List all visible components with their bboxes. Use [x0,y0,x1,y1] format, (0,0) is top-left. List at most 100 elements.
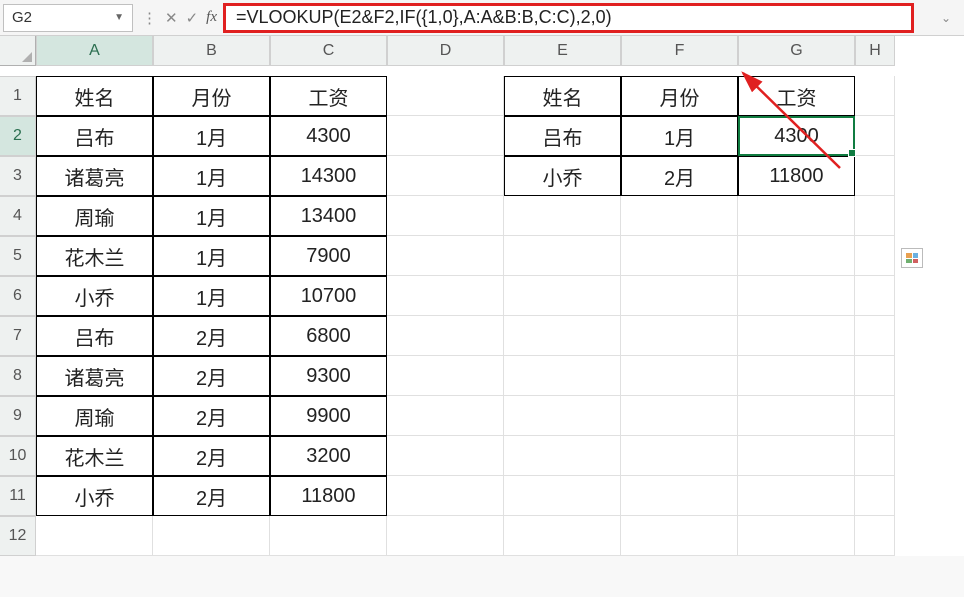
row-header-7[interactable]: 7 [0,316,36,356]
cell-A11[interactable]: 小乔 [36,476,153,516]
spreadsheet-grid[interactable]: A B C D E F G H 1 姓名 月份 工资 姓名 月份 工资 2 吕布… [0,36,964,556]
cell-B11[interactable]: 2月 [153,476,270,516]
enter-icon[interactable]: ✓ [186,9,199,27]
col-header-H[interactable]: H [855,36,895,66]
cell-G9[interactable] [738,396,855,436]
row-header-6[interactable]: 6 [0,276,36,316]
cell-F10[interactable] [621,436,738,476]
cell-G1[interactable]: 工资 [738,76,855,116]
col-header-D[interactable]: D [387,36,504,66]
cell-D3[interactable] [387,156,504,196]
cell-D12[interactable] [387,516,504,556]
cell-G7[interactable] [738,316,855,356]
cell-D2[interactable] [387,116,504,156]
cell-G6[interactable] [738,276,855,316]
cell-G12[interactable] [738,516,855,556]
cell-C2[interactable]: 4300 [270,116,387,156]
cell-C7[interactable]: 6800 [270,316,387,356]
cell-E3[interactable]: 小乔 [504,156,621,196]
cell-A3[interactable]: 诸葛亮 [36,156,153,196]
cell-B10[interactable]: 2月 [153,436,270,476]
cell-B3[interactable]: 1月 [153,156,270,196]
row-header-1[interactable]: 1 [0,76,36,116]
cell-H5[interactable] [855,236,895,276]
row-header-3[interactable]: 3 [0,156,36,196]
cell-B2[interactable]: 1月 [153,116,270,156]
cell-F5[interactable] [621,236,738,276]
cell-A10[interactable]: 花木兰 [36,436,153,476]
cell-A7[interactable]: 吕布 [36,316,153,356]
cell-A12[interactable] [36,516,153,556]
name-box[interactable]: G2 ▼ [3,4,133,32]
cell-D6[interactable] [387,276,504,316]
cell-C5[interactable]: 7900 [270,236,387,276]
expand-formula-bar-icon[interactable]: ⌄ [941,11,951,25]
cell-F9[interactable] [621,396,738,436]
cell-H8[interactable] [855,356,895,396]
cell-A1[interactable]: 姓名 [36,76,153,116]
cell-H9[interactable] [855,396,895,436]
cell-F1[interactable]: 月份 [621,76,738,116]
cell-D1[interactable] [387,76,504,116]
cell-C3[interactable]: 14300 [270,156,387,196]
cell-D4[interactable] [387,196,504,236]
cell-A5[interactable]: 花木兰 [36,236,153,276]
cell-D5[interactable] [387,236,504,276]
cell-B9[interactable]: 2月 [153,396,270,436]
cell-C10[interactable]: 3200 [270,436,387,476]
col-header-A[interactable]: A [36,36,153,66]
cell-G4[interactable] [738,196,855,236]
cell-B7[interactable]: 2月 [153,316,270,356]
row-header-12[interactable]: 12 [0,516,36,556]
cell-H3[interactable] [855,156,895,196]
cell-B12[interactable] [153,516,270,556]
cell-C4[interactable]: 13400 [270,196,387,236]
cell-D9[interactable] [387,396,504,436]
col-header-G[interactable]: G [738,36,855,66]
cell-B6[interactable]: 1月 [153,276,270,316]
cell-G3[interactable]: 11800 [738,156,855,196]
cell-C6[interactable]: 10700 [270,276,387,316]
cell-E4[interactable] [504,196,621,236]
cell-F12[interactable] [621,516,738,556]
cell-F2[interactable]: 1月 [621,116,738,156]
cell-E9[interactable] [504,396,621,436]
cell-H4[interactable] [855,196,895,236]
cell-F4[interactable] [621,196,738,236]
cancel-icon[interactable]: ✕ [165,9,178,27]
cell-D7[interactable] [387,316,504,356]
cell-E2[interactable]: 吕布 [504,116,621,156]
cell-G10[interactable] [738,436,855,476]
cell-A6[interactable]: 小乔 [36,276,153,316]
cell-E6[interactable] [504,276,621,316]
row-header-11[interactable]: 11 [0,476,36,516]
cell-E5[interactable] [504,236,621,276]
cell-B8[interactable]: 2月 [153,356,270,396]
formula-input[interactable]: =VLOOKUP(E2&F2,IF({1,0},A:A&B:B,C:C),2,0… [236,7,612,28]
cell-F7[interactable] [621,316,738,356]
cell-C1[interactable]: 工资 [270,76,387,116]
col-header-C[interactable]: C [270,36,387,66]
cell-G8[interactable] [738,356,855,396]
cell-H1[interactable] [855,76,895,116]
cell-H11[interactable] [855,476,895,516]
row-header-4[interactable]: 4 [0,196,36,236]
row-header-5[interactable]: 5 [0,236,36,276]
cell-E12[interactable] [504,516,621,556]
cell-E11[interactable] [504,476,621,516]
cell-H6[interactable] [855,276,895,316]
row-header-2[interactable]: 2 [0,116,36,156]
cell-F6[interactable] [621,276,738,316]
chevron-down-icon[interactable]: ▼ [114,12,124,23]
row-header-9[interactable]: 9 [0,396,36,436]
cell-C12[interactable] [270,516,387,556]
cell-H12[interactable] [855,516,895,556]
cell-E10[interactable] [504,436,621,476]
col-header-B[interactable]: B [153,36,270,66]
cell-C9[interactable]: 9900 [270,396,387,436]
col-header-E[interactable]: E [504,36,621,66]
cell-H10[interactable] [855,436,895,476]
cell-F8[interactable] [621,356,738,396]
cell-C8[interactable]: 9300 [270,356,387,396]
cell-B1[interactable]: 月份 [153,76,270,116]
